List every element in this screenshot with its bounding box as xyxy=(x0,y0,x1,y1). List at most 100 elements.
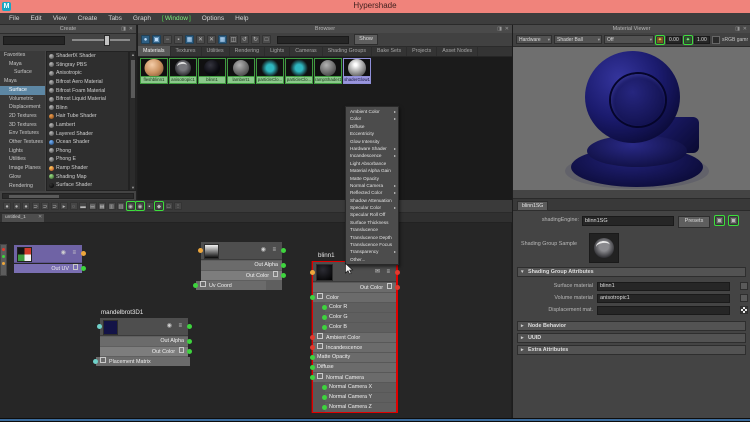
input-port[interactable] xyxy=(309,345,315,350)
material-swatch[interactable]: rampShader1 xyxy=(314,58,342,84)
swatch-toggle-icon[interactable]: ◉ xyxy=(167,321,172,331)
node-attr-row[interactable]: Matte Opacity xyxy=(309,353,396,362)
browser-tab[interactable]: Materials xyxy=(138,46,171,56)
toolbar-icon[interactable]: ● xyxy=(141,35,150,44)
create-search-input[interactable] xyxy=(3,36,65,45)
toolbar-icon[interactable]: ◆ xyxy=(154,201,164,211)
swatch-toggle-icon[interactable]: ◉ xyxy=(61,248,66,258)
node-attr-row[interactable]: Color G xyxy=(321,313,396,322)
material-thumbnail[interactable] xyxy=(314,58,342,77)
material-thumbnail[interactable] xyxy=(285,58,313,77)
tree-item[interactable]: Image Planes xyxy=(0,164,45,173)
node-attr-row[interactable]: Color xyxy=(309,293,396,302)
shader-list-item[interactable]: Phong E xyxy=(47,155,128,164)
shader-list-item[interactable]: Blinn xyxy=(47,104,128,113)
pin-icon[interactable]: ◨ xyxy=(497,25,502,33)
shader-list-item[interactable]: Surface Shader xyxy=(47,181,128,190)
toolbar-icon[interactable]: ● xyxy=(3,202,11,210)
shading-group-sample[interactable] xyxy=(589,233,619,263)
shader-list-scrollbar[interactable]: ▲ ▼ xyxy=(129,51,136,191)
input-port[interactable] xyxy=(321,315,327,320)
input-port[interactable] xyxy=(321,395,327,400)
context-menu-item[interactable]: Material Alpha Gain ▸ xyxy=(346,167,398,174)
shader-list-item[interactable]: Layered Shader xyxy=(47,129,128,138)
output-port[interactable] xyxy=(280,273,286,278)
material-thumbnail[interactable] xyxy=(227,58,255,77)
toolbar-icon[interactable]: ● xyxy=(12,202,21,210)
node-attr-row[interactable]: Normal Camera Y xyxy=(321,393,396,402)
shader-list-item[interactable]: Hair Tube Shader xyxy=(47,112,128,121)
output-port[interactable] xyxy=(186,349,192,354)
node-attr-row[interactable]: Normal Camera Z xyxy=(321,403,396,412)
node-attr-row[interactable]: Color R xyxy=(321,303,396,312)
browser-tab[interactable]: Lights xyxy=(265,46,291,56)
show-input-connections-icon[interactable]: ▣ xyxy=(714,215,725,226)
volume-material-input[interactable] xyxy=(597,293,730,303)
menu-item[interactable]: Tabs xyxy=(103,13,127,24)
output-port[interactable] xyxy=(280,263,286,268)
input-port[interactable] xyxy=(321,305,327,310)
surface-material-input[interactable] xyxy=(597,281,730,291)
tree-item[interactable]: Lights xyxy=(0,147,45,156)
geometry-dropdown[interactable]: Shader Ball xyxy=(554,35,602,44)
context-menu-item[interactable]: Diffuse ▸ xyxy=(346,123,398,130)
material-swatch[interactable]: particleClo... xyxy=(256,58,284,84)
context-menu-item[interactable]: Translucence ▸ xyxy=(346,226,398,233)
node-menu-icon[interactable]: ≡ xyxy=(178,321,182,331)
context-menu-item[interactable]: Translucence Focus ▸ xyxy=(346,241,398,248)
node-menu-icon[interactable]: ≡ xyxy=(386,267,390,277)
toolbar-icon[interactable]: ⋮ xyxy=(174,202,182,210)
tree-item[interactable]: Favorites xyxy=(0,51,45,60)
property-editor-tab[interactable]: blinn1SG xyxy=(517,201,549,211)
shader-list-item[interactable]: Ocean Shader xyxy=(47,138,128,147)
tree-item[interactable]: Maya xyxy=(0,77,45,86)
toolbar-icon[interactable]: ⊃ xyxy=(50,202,59,210)
title-bar[interactable]: M Hypershade xyxy=(0,0,750,13)
tree-item[interactable]: Other Textures xyxy=(0,138,45,147)
toolbar-icon[interactable]: ▦ xyxy=(98,202,106,210)
toolbar-icon[interactable]: ↻ xyxy=(251,35,260,44)
context-menu-item[interactable]: Ambient Color ▸ xyxy=(346,108,398,115)
tree-hscrollbar[interactable] xyxy=(2,193,134,199)
toolbar-icon[interactable]: ▪ xyxy=(145,202,154,210)
show-output-connections-icon[interactable]: ▣ xyxy=(728,215,739,226)
show-button[interactable]: Show xyxy=(354,34,378,45)
context-menu-item[interactable]: Transparency ▸ xyxy=(346,248,398,255)
input-port[interactable] xyxy=(309,270,315,275)
menu-item[interactable]: Graph xyxy=(128,13,156,24)
shader-list-item[interactable]: Anisotropic xyxy=(47,69,128,78)
context-menu-item[interactable]: Glow Intensity ▸ xyxy=(346,138,398,145)
close-icon[interactable]: ✕ xyxy=(129,25,133,33)
shader-list-item[interactable]: Stingray PBS xyxy=(47,61,128,70)
scrollbar-thumb[interactable] xyxy=(131,60,135,98)
node-attr-row[interactable]: Incandescence xyxy=(309,343,396,352)
browser-tab[interactable]: Asset Nodes xyxy=(437,46,479,56)
node-row[interactable]: Out Alpha xyxy=(201,261,286,270)
input-port[interactable] xyxy=(309,355,315,360)
connection-button[interactable] xyxy=(740,282,748,290)
tree-item[interactable]: Surface xyxy=(0,85,45,95)
toolbar-icon[interactable]: □ xyxy=(164,202,173,210)
context-menu-item[interactable]: Normal Camera ▸ xyxy=(346,182,398,189)
shader-list-item[interactable]: ShaderfX Shader xyxy=(47,52,128,61)
toolbar-icon[interactable]: ◉ xyxy=(135,201,145,211)
material-swatch[interactable]: blinn1 xyxy=(198,58,226,84)
input-port[interactable] xyxy=(96,324,102,329)
browser-tab[interactable]: Utilities xyxy=(202,46,230,56)
gamma-value[interactable]: 1.00 xyxy=(694,35,710,44)
toolbar-icon[interactable]: □ xyxy=(262,35,271,44)
input-port[interactable] xyxy=(321,405,327,410)
tree-item[interactable]: Maya xyxy=(0,60,45,69)
toolbar-icon[interactable]: ▪ xyxy=(174,35,183,44)
node-row[interactable]: Out Color xyxy=(201,271,286,280)
context-menu-item[interactable]: Matte Opacity ▸ xyxy=(346,175,398,182)
section-node-behavior[interactable]: Node Behavior xyxy=(517,321,746,331)
context-menu-item[interactable]: Incandescence ▸ xyxy=(346,152,398,159)
output-port[interactable] xyxy=(186,324,192,329)
output-port[interactable] xyxy=(80,266,86,271)
context-menu-item[interactable]: Surface Thickness ▸ xyxy=(346,219,398,226)
section-extra-attributes[interactable]: Extra Attributes xyxy=(517,345,746,355)
browser-tab[interactable]: Textures xyxy=(171,46,202,56)
menu-item[interactable]: View xyxy=(48,13,72,24)
toolbar-icon[interactable]: ▣ xyxy=(152,35,161,44)
